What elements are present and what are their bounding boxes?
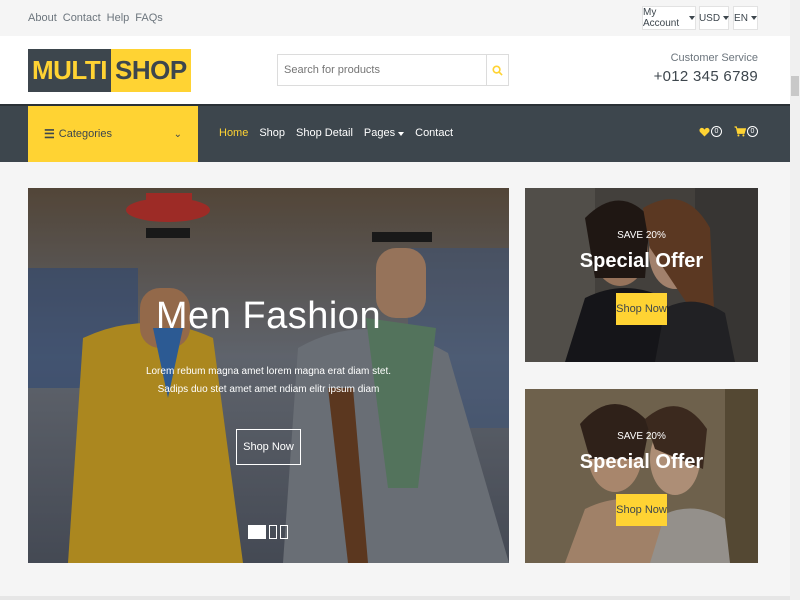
carousel-indicator[interactable]: [269, 525, 277, 539]
my-account-dropdown[interactable]: My Account: [642, 6, 696, 30]
nav-link-contact[interactable]: Contact: [415, 127, 453, 139]
horizontal-scrollbar[interactable]: [0, 596, 790, 600]
nav-link-shop-detail[interactable]: Shop Detail: [296, 127, 353, 139]
caret-down-icon: [398, 132, 405, 136]
wishlist-count-badge: 0: [711, 126, 722, 137]
search-box: [277, 54, 509, 86]
customer-service-phone: +012 345 6789: [653, 68, 758, 85]
currency-label: USD: [698, 12, 721, 24]
offer-image-2: [525, 389, 758, 563]
nav-icons: 0 0: [699, 126, 758, 137]
menu-icon: ☰: [44, 127, 55, 141]
categories-button[interactable]: ☰ Categories ⌄: [28, 106, 198, 162]
currency-dropdown[interactable]: USD: [698, 6, 730, 30]
top-bar: About Contact Help FAQs My Account USD E…: [0, 0, 790, 36]
main-navbar: ☰ Categories ⌄ Home Shop Shop Detail Pag…: [0, 104, 790, 162]
carousel-indicators: [248, 525, 288, 539]
vertical-scrollbar[interactable]: [790, 0, 800, 600]
carousel-indicator[interactable]: [280, 525, 288, 539]
search-icon: [492, 64, 503, 76]
customer-service: Customer Service +012 345 6789: [654, 52, 758, 85]
offer-2-save-label: SAVE 20%: [617, 431, 666, 442]
carousel-indicator[interactable]: [248, 525, 266, 539]
offer-1-shop-now-button[interactable]: Shop Now: [616, 293, 667, 325]
offer-banner-1: SAVE 20% Special Offer Shop Now: [525, 188, 758, 362]
top-link-help[interactable]: Help: [107, 12, 130, 24]
my-account-label: My Account: [643, 7, 680, 29]
top-link-about[interactable]: About: [28, 12, 57, 24]
chevron-down-icon: ⌄: [173, 128, 182, 140]
cart-icon: [734, 126, 746, 137]
nav-link-pages-label: Pages: [363, 127, 396, 139]
cart-button[interactable]: 0: [734, 126, 758, 137]
carousel-caption: Men Fashion Lorem rebum magna amet lorem…: [28, 188, 509, 563]
carousel-title: Men Fashion: [155, 295, 382, 337]
caret-down-icon: [750, 16, 757, 20]
language-dropdown[interactable]: EN: [733, 6, 758, 30]
offer-1-save-label: SAVE 20%: [617, 230, 666, 241]
cart-count-badge: 0: [747, 126, 758, 137]
nav-link-pages[interactable]: Pages: [363, 127, 405, 139]
categories-label: Categories: [58, 128, 112, 140]
customer-service-title: Customer Service: [670, 52, 758, 64]
offer-2-title: Special Offer: [579, 451, 704, 473]
search-input[interactable]: [278, 55, 486, 85]
nav-link-home[interactable]: Home: [219, 127, 248, 139]
logo-part-1: MULTI: [28, 49, 111, 92]
scrollbar-thumb[interactable]: [791, 76, 799, 96]
heart-icon: [699, 127, 710, 137]
header: MULTI SHOP Customer Service +012 345 678…: [0, 36, 790, 104]
wishlist-button[interactable]: 0: [699, 126, 722, 137]
offer-1-title: Special Offer: [579, 250, 704, 272]
top-link-faqs[interactable]: FAQs: [135, 12, 163, 24]
hero-carousel[interactable]: Men Fashion Lorem rebum magna amet lorem…: [28, 188, 509, 563]
caret-down-icon: [723, 16, 730, 20]
nav-links: Home Shop Shop Detail Pages Contact: [219, 127, 464, 139]
caret-down-icon: [689, 16, 695, 20]
top-link-contact[interactable]: Contact: [63, 12, 101, 24]
language-label: EN: [734, 12, 748, 24]
logo[interactable]: MULTI SHOP: [28, 49, 191, 92]
offer-banner-2: SAVE 20% Special Offer Shop Now: [525, 389, 758, 563]
carousel-description: Lorem rebum magna amet lorem magna erat …: [145, 366, 392, 395]
nav-link-shop[interactable]: Shop: [259, 127, 285, 139]
offer-2-shop-now-button[interactable]: Shop Now: [616, 494, 667, 526]
offer-image-1: [525, 188, 758, 362]
carousel-shop-now-button[interactable]: Shop Now: [236, 429, 301, 465]
search-button[interactable]: [486, 55, 508, 85]
logo-part-2: SHOP: [111, 49, 191, 92]
top-links: About Contact Help FAQs: [28, 12, 169, 24]
